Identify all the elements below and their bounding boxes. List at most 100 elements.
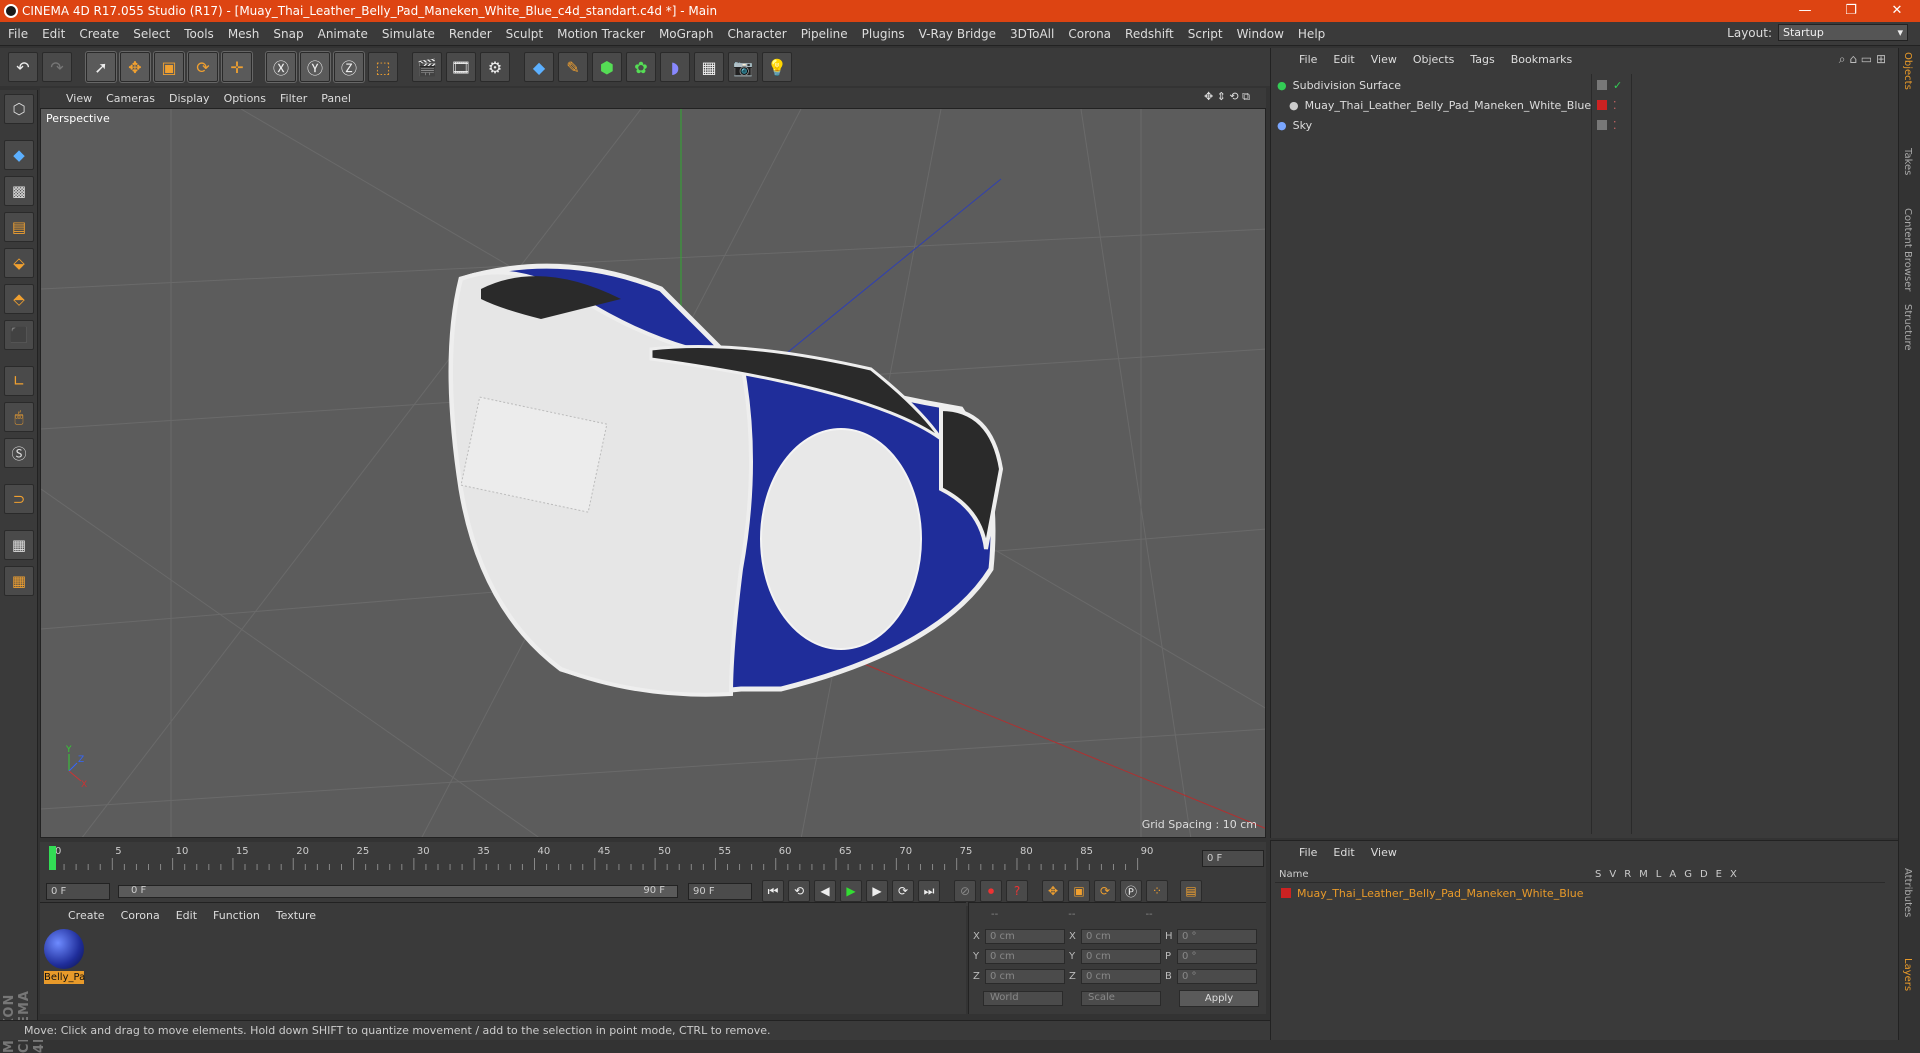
magnet-icon[interactable]: ⊃ bbox=[4, 484, 34, 514]
layer-flag-r[interactable]: R bbox=[1624, 869, 1631, 880]
layer-swatch-icon[interactable] bbox=[1597, 100, 1607, 110]
objects-menu-tags[interactable]: Tags bbox=[1470, 53, 1494, 70]
menu-create[interactable]: Create bbox=[79, 27, 119, 41]
layer-flag-e[interactable]: E bbox=[1716, 869, 1722, 880]
layers-menu-view[interactable]: View bbox=[1371, 846, 1397, 863]
material-menu-function[interactable]: Function bbox=[213, 909, 260, 922]
minimize-button[interactable]: — bbox=[1782, 0, 1828, 22]
end-frame-field[interactable]: 90 F bbox=[688, 882, 752, 900]
objects-menu-edit[interactable]: Edit bbox=[1333, 53, 1354, 70]
current-frame-field[interactable]: 0 F bbox=[1202, 850, 1264, 867]
menu-corona[interactable]: Corona bbox=[1068, 27, 1111, 41]
viewport-menu-view[interactable]: View bbox=[66, 92, 92, 105]
menu-window[interactable]: Window bbox=[1237, 27, 1284, 41]
axis-mode-icon[interactable]: ∟ bbox=[4, 366, 34, 396]
next-frame-icon[interactable]: ▶ bbox=[866, 880, 888, 902]
deformer-icon[interactable]: ◗ bbox=[660, 52, 690, 82]
viewport-menu-options[interactable]: Options bbox=[224, 92, 266, 105]
enable-toggle-icon[interactable]: ✓ bbox=[1613, 79, 1622, 92]
menu-plugins[interactable]: Plugins bbox=[862, 27, 905, 41]
coord-value-field[interactable]: 0 cm bbox=[1081, 949, 1161, 964]
tab-takes[interactable]: Takes bbox=[1902, 148, 1913, 175]
prev-frame-icon[interactable]: ◀ bbox=[814, 880, 836, 902]
menu-mograph[interactable]: MoGraph bbox=[659, 27, 714, 41]
coord-value-field[interactable]: 0 cm bbox=[985, 969, 1065, 984]
objects-menu-objects[interactable]: Objects bbox=[1413, 53, 1455, 70]
menu-file[interactable]: File bbox=[8, 27, 28, 41]
material-menu-texture[interactable]: Texture bbox=[276, 909, 316, 922]
undo-icon[interactable]: ↶ bbox=[8, 52, 38, 82]
collapse-icon[interactable]: ▭ bbox=[1861, 52, 1872, 66]
enable-toggle-icon[interactable]: ⁚ bbox=[1613, 99, 1617, 112]
viewport-menu-cameras[interactable]: Cameras bbox=[106, 92, 155, 105]
layer-color-swatch[interactable] bbox=[1281, 888, 1291, 898]
snapping-icon[interactable]: Ⓢ bbox=[4, 438, 34, 468]
menu-mesh[interactable]: Mesh bbox=[228, 27, 260, 41]
viewport-rotate-icon[interactable]: ⟲ bbox=[1229, 90, 1238, 103]
layer-flag-l[interactable]: L bbox=[1656, 869, 1662, 880]
home-icon[interactable]: ⌂ bbox=[1849, 52, 1857, 66]
render-view-icon[interactable]: 🎬 bbox=[412, 52, 442, 82]
layers-menu-edit[interactable]: Edit bbox=[1333, 846, 1354, 863]
light-icon[interactable]: 💡 bbox=[762, 52, 792, 82]
viewport-zoom-icon[interactable]: ⇕ bbox=[1217, 90, 1226, 103]
layer-swatch-icon[interactable] bbox=[1597, 80, 1607, 90]
objects-menu-view[interactable]: View bbox=[1371, 53, 1397, 70]
tab-objects[interactable]: Objects bbox=[1902, 52, 1913, 90]
next-key-icon[interactable]: ⟳ bbox=[892, 880, 914, 902]
scale-tool-icon[interactable]: ▣ bbox=[153, 51, 185, 83]
menu-redshift[interactable]: Redshift bbox=[1125, 27, 1174, 41]
prev-key-icon[interactable]: ⟲ bbox=[788, 880, 810, 902]
lock-workplane-icon[interactable]: ▦ bbox=[4, 530, 34, 560]
material-menu-edit[interactable]: Edit bbox=[176, 909, 197, 922]
coordinate-system-icon[interactable]: ⬚ bbox=[368, 52, 398, 82]
menu-v-ray-bridge[interactable]: V-Ray Bridge bbox=[919, 27, 996, 41]
subdivision-icon[interactable]: ⬢ bbox=[592, 52, 622, 82]
object-row[interactable]: ● Muay_Thai_Leather_Belly_Pad_Maneken_Whi… bbox=[1289, 96, 1591, 114]
objects-menu-bookmarks[interactable]: Bookmarks bbox=[1511, 53, 1572, 70]
key-position-icon[interactable]: ✥ bbox=[1042, 880, 1064, 902]
object-name[interactable]: Sky bbox=[1293, 119, 1312, 132]
rotate-tool-icon[interactable]: ⟳ bbox=[187, 51, 219, 83]
menu-motion-tracker[interactable]: Motion Tracker bbox=[557, 27, 645, 41]
layer-name[interactable]: Muay_Thai_Leather_Belly_Pad_Maneken_Whit… bbox=[1297, 887, 1584, 900]
playhead[interactable] bbox=[49, 846, 56, 870]
texture-mode-icon[interactable]: ▩ bbox=[4, 176, 34, 206]
search-icon[interactable]: ⌕ bbox=[1839, 52, 1846, 66]
menu-snap[interactable]: Snap bbox=[273, 27, 303, 41]
render-picture-viewer-icon[interactable]: 🎞 bbox=[446, 52, 476, 82]
close-button[interactable]: ✕ bbox=[1874, 0, 1920, 22]
y-axis-lock-icon[interactable]: Ⓨ bbox=[299, 51, 331, 83]
object-visibility-toggles[interactable]: ✓ bbox=[1597, 76, 1622, 94]
material-swatch[interactable]: Belly_Pa bbox=[44, 929, 85, 985]
belly-pad-model[interactable] bbox=[448, 263, 1004, 697]
pen-spline-icon[interactable]: ✎ bbox=[558, 52, 588, 82]
tab-structure[interactable]: Structure bbox=[1902, 304, 1913, 351]
key-pla-icon[interactable]: ⁘ bbox=[1146, 880, 1168, 902]
layer-flag-m[interactable]: M bbox=[1639, 869, 1648, 880]
layer-swatch-icon[interactable] bbox=[1597, 120, 1607, 130]
layer-flag-a[interactable]: A bbox=[1669, 869, 1676, 880]
object-name[interactable]: Subdivision Surface bbox=[1293, 79, 1401, 92]
layer-flag-v[interactable]: V bbox=[1609, 869, 1616, 880]
layer-flag-s[interactable]: S bbox=[1595, 869, 1601, 880]
planar-workplane-icon[interactable]: ▦ bbox=[4, 566, 34, 596]
workplane-mode-icon[interactable]: ▤ bbox=[4, 212, 34, 242]
points-mode-icon[interactable]: ⬙ bbox=[4, 248, 34, 278]
objects-menu-file[interactable]: File bbox=[1299, 53, 1317, 70]
play-icon[interactable]: ▶ bbox=[840, 880, 862, 902]
make-editable-icon[interactable]: ⬡ bbox=[4, 94, 34, 124]
coord-value-field[interactable]: 0 cm bbox=[1081, 929, 1161, 944]
autokey-icon[interactable]: ⏺ bbox=[980, 880, 1002, 902]
coord-value-field[interactable]: 0 cm bbox=[985, 929, 1065, 944]
menu-tools[interactable]: Tools bbox=[184, 27, 214, 41]
viewport-menu-filter[interactable]: Filter bbox=[280, 92, 307, 105]
menu-select[interactable]: Select bbox=[133, 27, 170, 41]
coord-mode-dropdown[interactable]: Scale bbox=[1081, 991, 1161, 1006]
key-param-icon[interactable]: Ⓟ bbox=[1120, 880, 1142, 902]
cube-primitive-icon[interactable]: ◆ bbox=[524, 52, 554, 82]
camera-icon[interactable]: 📷 bbox=[728, 52, 758, 82]
menu-sculpt[interactable]: Sculpt bbox=[506, 27, 543, 41]
x-axis-lock-icon[interactable]: Ⓧ bbox=[265, 51, 297, 83]
menu-character[interactable]: Character bbox=[727, 27, 786, 41]
